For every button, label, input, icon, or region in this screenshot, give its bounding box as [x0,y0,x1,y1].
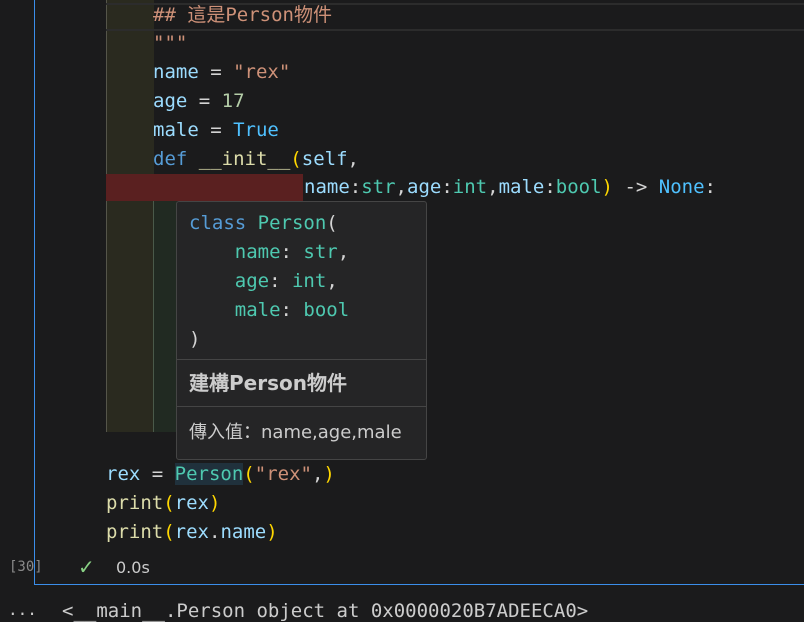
indent-guide [153,201,177,432]
hover-tooltip: class Person( name: str, age: int, male:… [176,201,427,460]
execution-count: [30] [9,559,43,575]
tooltip-title: 建構Person物件 [189,371,347,395]
code-line[interactable]: print(rex.name) [106,518,278,547]
indentation-error-highlight [106,174,303,201]
execution-duration: 0.0s [116,558,150,577]
code-line[interactable]: """ [153,29,187,58]
tooltip-description: 傳入值：name,age,male [189,422,402,443]
check-icon: ✓ [78,555,95,579]
code-line[interactable]: rex = Person("rex",) [106,460,335,489]
code-line[interactable]: name:str,age:int,male:bool) -> None: [304,173,716,202]
code-line[interactable]: print(rex) [106,489,220,518]
code-line[interactable]: age = 17 [153,87,245,116]
cell-focus-border [34,584,804,585]
code-line[interactable]: name = "rex" [153,58,290,87]
signature: class Person( name: str, age: int, male:… [189,212,350,350]
code-line[interactable]: ## 這是Person物件 [153,1,332,30]
code-line[interactable]: male = True [153,116,279,145]
divider [177,406,426,407]
divider [177,359,426,360]
output-more-button[interactable]: ... [8,600,37,619]
comment: ## 這是Person物件 [153,4,332,26]
hovered-symbol[interactable]: Person [174,463,244,485]
code-line[interactable]: def __init__(self, [153,145,359,174]
docstring: """ [153,32,188,54]
cell-output: <__main__.Person object at 0x0000020B7AD… [62,600,589,622]
indent-guide [106,0,154,432]
